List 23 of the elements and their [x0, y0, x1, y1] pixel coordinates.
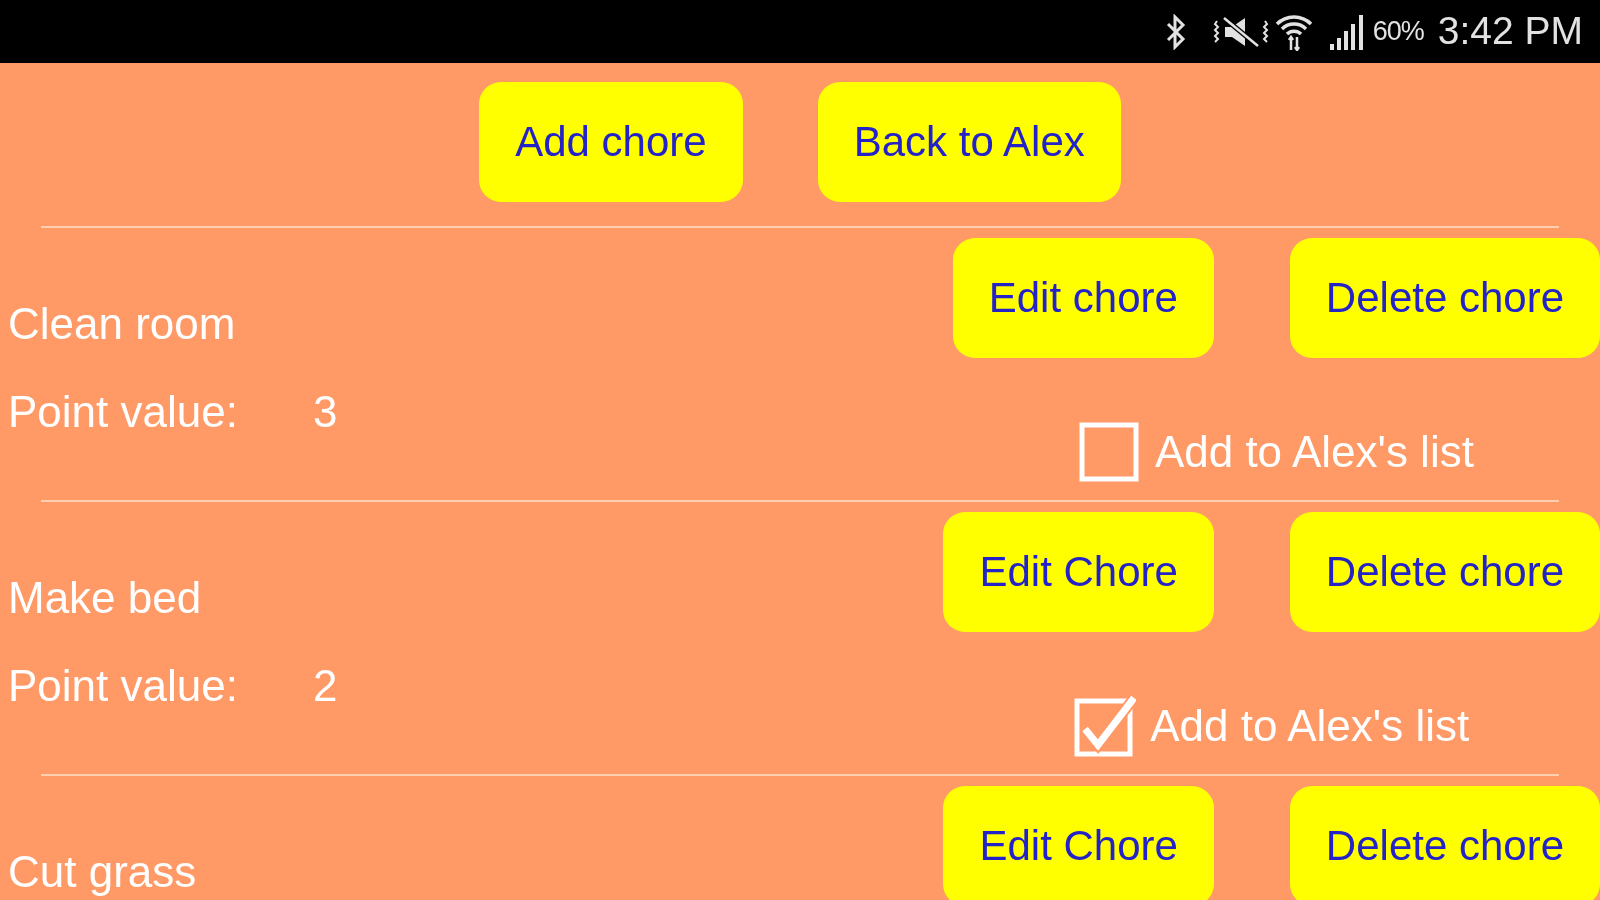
wifi-icon [1274, 12, 1313, 51]
signal-icon [1328, 13, 1365, 50]
battery-percent: 60% [1372, 16, 1424, 47]
edit-button[interactable]: Edit chore [952, 238, 1214, 358]
add-chore-button[interactable]: Add chore [479, 82, 743, 202]
muted-speaker-icon [1212, 14, 1269, 49]
back-button[interactable]: Back to Alex [817, 82, 1121, 202]
chore-name: Clean room [8, 300, 237, 349]
edit-button[interactable]: Edit Chore [943, 512, 1214, 632]
clock-time: 3:42 PM [1437, 10, 1583, 53]
checkbox[interactable] [1074, 695, 1137, 757]
point-value: 2 [312, 662, 338, 711]
chore-name: Cut grass [8, 848, 197, 897]
point-label: Point value: [8, 662, 238, 711]
checkbox[interactable] [1078, 421, 1141, 483]
edit-button[interactable]: Edit Chore [943, 786, 1214, 900]
delete-button[interactable]: Delete chore [1289, 238, 1600, 358]
point-value: 3 [312, 388, 338, 437]
delete-button[interactable]: Delete chore [1289, 512, 1600, 632]
chore-name: Make bed [8, 574, 203, 623]
bluetooth-icon [1164, 13, 1187, 50]
point-label: Point value: [8, 388, 238, 437]
delete-button[interactable]: Delete chore [1289, 786, 1600, 900]
